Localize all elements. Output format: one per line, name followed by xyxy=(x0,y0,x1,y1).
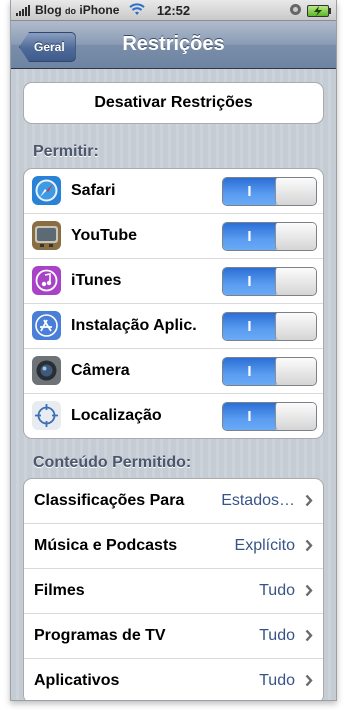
allow-item-label: Câmera xyxy=(71,362,130,379)
status-bar: Blog do iPhone 12:52 xyxy=(11,0,336,21)
camera-icon xyxy=(32,356,61,385)
content-item-label: Classificações Para xyxy=(34,492,185,509)
content-item-label: Música e Podcasts xyxy=(34,537,178,554)
back-button[interactable]: Geral xyxy=(19,32,76,62)
chevron-right-icon xyxy=(305,674,313,687)
allow-item-label: iTunes xyxy=(71,272,122,289)
allow-list: Safari I YouTube I iTunes I Instalação A… xyxy=(23,168,324,439)
toggle-on-label: I xyxy=(223,268,276,295)
battery-icon xyxy=(307,5,331,17)
disable-restrictions-button[interactable]: Desativar Restrições xyxy=(23,82,324,124)
allow-row-youtube: YouTube I xyxy=(24,213,323,258)
allow-row-safari: Safari I xyxy=(24,169,323,213)
allow-row-app-install: Instalação Aplic. I xyxy=(24,303,323,348)
content-row-movies[interactable]: Filmes Tudo xyxy=(24,568,323,613)
location-toggle[interactable]: I xyxy=(222,402,317,431)
content-row-tv-shows[interactable]: Programas de TV Tudo xyxy=(24,613,323,658)
youtube-icon xyxy=(32,221,61,250)
chevron-right-icon xyxy=(305,539,313,552)
navigation-bar: Restrições Geral xyxy=(11,21,336,69)
safari-toggle[interactable]: I xyxy=(222,177,317,206)
toggle-knob xyxy=(275,268,316,295)
allowed-content-section-header: Conteúdo Permitido: xyxy=(33,454,192,471)
content-item-label: Aplicativos xyxy=(34,672,120,689)
content-item-value: Tudo xyxy=(259,582,295,599)
toggle-on-label: I xyxy=(223,403,276,430)
phone-screen: Blog do iPhone 12:52 Restrições Geral De… xyxy=(10,0,337,701)
content-item-value: Tudo xyxy=(259,672,295,689)
camera-toggle[interactable]: I xyxy=(222,357,317,386)
content-item-value: Tudo xyxy=(259,627,295,644)
content-row-music-podcasts[interactable]: Música e Podcasts Explícito xyxy=(24,523,323,568)
chevron-right-icon xyxy=(305,494,313,507)
toggle-knob xyxy=(275,178,316,205)
itunes-icon xyxy=(32,266,61,295)
allow-item-label: Safari xyxy=(71,182,116,199)
content-item-label: Filmes xyxy=(34,582,85,599)
app-install-toggle[interactable]: I xyxy=(222,312,317,341)
allow-row-camera: Câmera I xyxy=(24,348,323,393)
allowed-content-list: Classificações Para Estados… Música e Po… xyxy=(23,478,324,700)
toggle-on-label: I xyxy=(223,223,276,250)
allow-item-label: Localização xyxy=(71,407,162,424)
toggle-knob xyxy=(275,358,316,385)
allow-item-label: YouTube xyxy=(71,227,138,244)
safari-icon xyxy=(32,176,61,205)
itunes-toggle[interactable]: I xyxy=(222,267,317,296)
chevron-right-icon xyxy=(305,629,313,642)
clock: 12:52 xyxy=(156,3,191,18)
allow-row-itunes: iTunes I xyxy=(24,258,323,303)
allow-section-header: Permitir: xyxy=(33,143,99,160)
allow-row-location: Localização I xyxy=(24,393,323,438)
content-item-value: Explícito xyxy=(234,537,295,554)
toggle-knob xyxy=(275,403,316,430)
toggle-on-label: I xyxy=(223,178,276,205)
app-store-icon xyxy=(32,311,61,340)
content-row-ratings[interactable]: Classificações Para Estados… xyxy=(24,479,323,523)
youtube-toggle[interactable]: I xyxy=(222,222,317,251)
content-row-apps[interactable]: Aplicativos Tudo xyxy=(24,658,323,700)
location-icon xyxy=(32,401,61,430)
content-item-label: Programas de TV xyxy=(34,627,166,644)
allow-item-label: Instalação Aplic. xyxy=(71,317,197,334)
content-item-value: Estados… xyxy=(221,492,295,509)
chevron-right-icon xyxy=(305,584,313,597)
toggle-on-label: I xyxy=(223,358,276,385)
toggle-on-label: I xyxy=(223,313,276,340)
toggle-knob xyxy=(275,223,316,250)
toggle-knob xyxy=(275,313,316,340)
rotation-lock-icon xyxy=(290,4,301,15)
